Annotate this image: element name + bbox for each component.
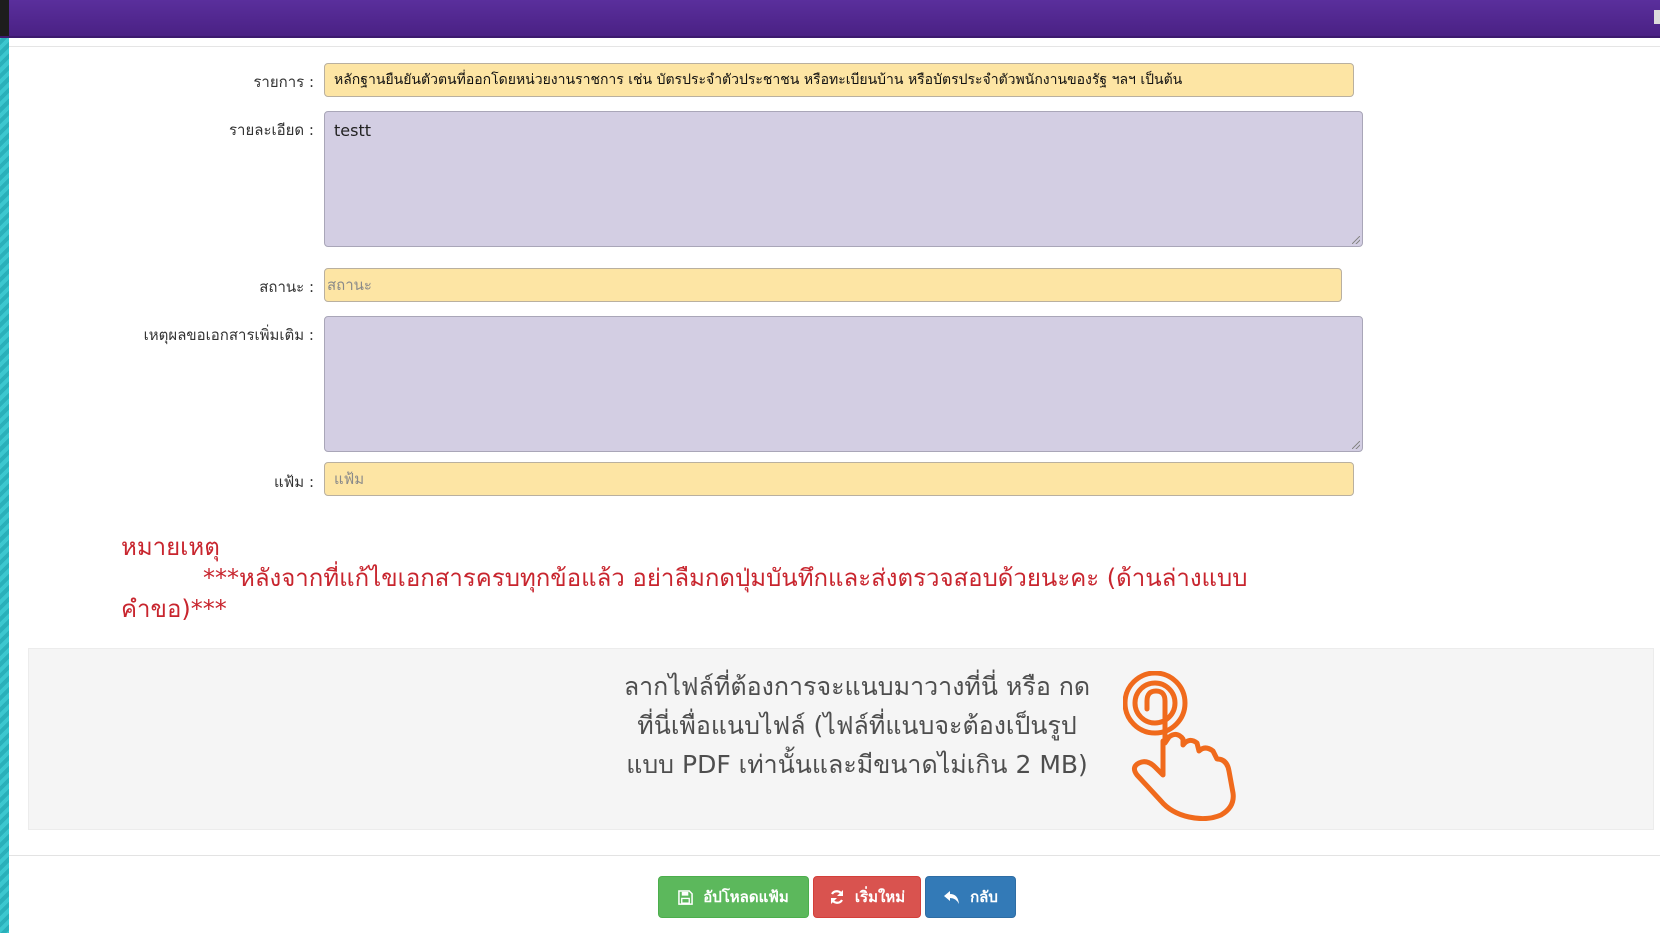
- item-field[interactable]: หลักฐานยืนยันตัวตนที่ออกโดยหน่วยงานราชกา…: [324, 63, 1354, 97]
- resize-grip-icon[interactable]: [1352, 441, 1360, 449]
- reason-textarea[interactable]: [324, 316, 1363, 452]
- header-corner: [0, 0, 9, 36]
- save-icon: [678, 889, 694, 905]
- reason-label: เหตุผลขอเอกสารเพิ่มเติม :: [143, 326, 314, 344]
- file-dropzone[interactable]: ลากไฟล์ที่ต้องการจะแนบมาวางที่นี่ หรือ ก…: [28, 648, 1654, 830]
- hand-tap-icon: [1123, 671, 1236, 821]
- status-placeholder: สถานะ: [327, 276, 372, 294]
- dropzone-line-1: ลากไฟล์ที่ต้องการจะแนบมาวางที่นี่ หรือ ก…: [623, 672, 1091, 701]
- reply-icon: [944, 890, 960, 904]
- detail-value: testt: [334, 121, 371, 140]
- item-value: หลักฐานยืนยันตัวตนที่ออกโดยหน่วยงานราชกา…: [334, 72, 1183, 88]
- upload-button-label: อัปโหลดแฟ้ม: [703, 888, 789, 906]
- footer-divider: [9, 855, 1660, 856]
- note-line-2: คำขอ)***: [121, 595, 227, 623]
- dropzone-line-2: ที่นี่เพื่อแนบไฟล์ (ไฟล์ที่แนบจะต้องเป็น…: [637, 711, 1077, 740]
- resize-grip-icon[interactable]: [1352, 236, 1360, 244]
- note-title: หมายเหตุ: [121, 533, 220, 561]
- note-line-1: ***หลังจากที่แก้ไขเอกสารครบทุกข้อแล้ว อย…: [203, 564, 1248, 592]
- reason-value: [334, 317, 1353, 326]
- status-field[interactable]: สถานะ: [324, 268, 1342, 302]
- detail-label: รายละเอียด :: [228, 121, 314, 139]
- reset-button[interactable]: เริ่มใหม่: [813, 876, 921, 918]
- note-block: หมายเหตุ ***หลังจากที่แก้ไขเอกสารครบทุกข…: [121, 532, 1371, 625]
- dropzone-line-3: แบบ PDF เท่านั้นและมีขนาดไม่เกิน 2 MB): [626, 750, 1088, 779]
- back-button-label: กลับ: [970, 888, 998, 906]
- left-edge-strip: [0, 0, 9, 933]
- file-label: แฟ้ม :: [274, 473, 314, 491]
- close-icon[interactable]: [1654, 10, 1660, 24]
- file-placeholder: แฟ้ม: [334, 470, 365, 488]
- dropzone-text: ลากไฟล์ที่ต้องการจะแนบมาวางที่นี่ หรือ ก…: [587, 667, 1127, 784]
- upload-file-button[interactable]: อัปโหลดแฟ้ม: [658, 876, 809, 918]
- header-bar: [0, 0, 1660, 38]
- item-label: รายการ :: [253, 73, 314, 91]
- file-field[interactable]: แฟ้ม: [324, 462, 1354, 496]
- detail-textarea[interactable]: testt: [324, 111, 1363, 247]
- header-divider: [9, 46, 1660, 47]
- refresh-icon: [830, 890, 843, 904]
- back-button[interactable]: กลับ: [925, 876, 1016, 918]
- reset-button-label: เริ่มใหม่: [854, 888, 906, 906]
- status-label: สถานะ :: [259, 278, 314, 296]
